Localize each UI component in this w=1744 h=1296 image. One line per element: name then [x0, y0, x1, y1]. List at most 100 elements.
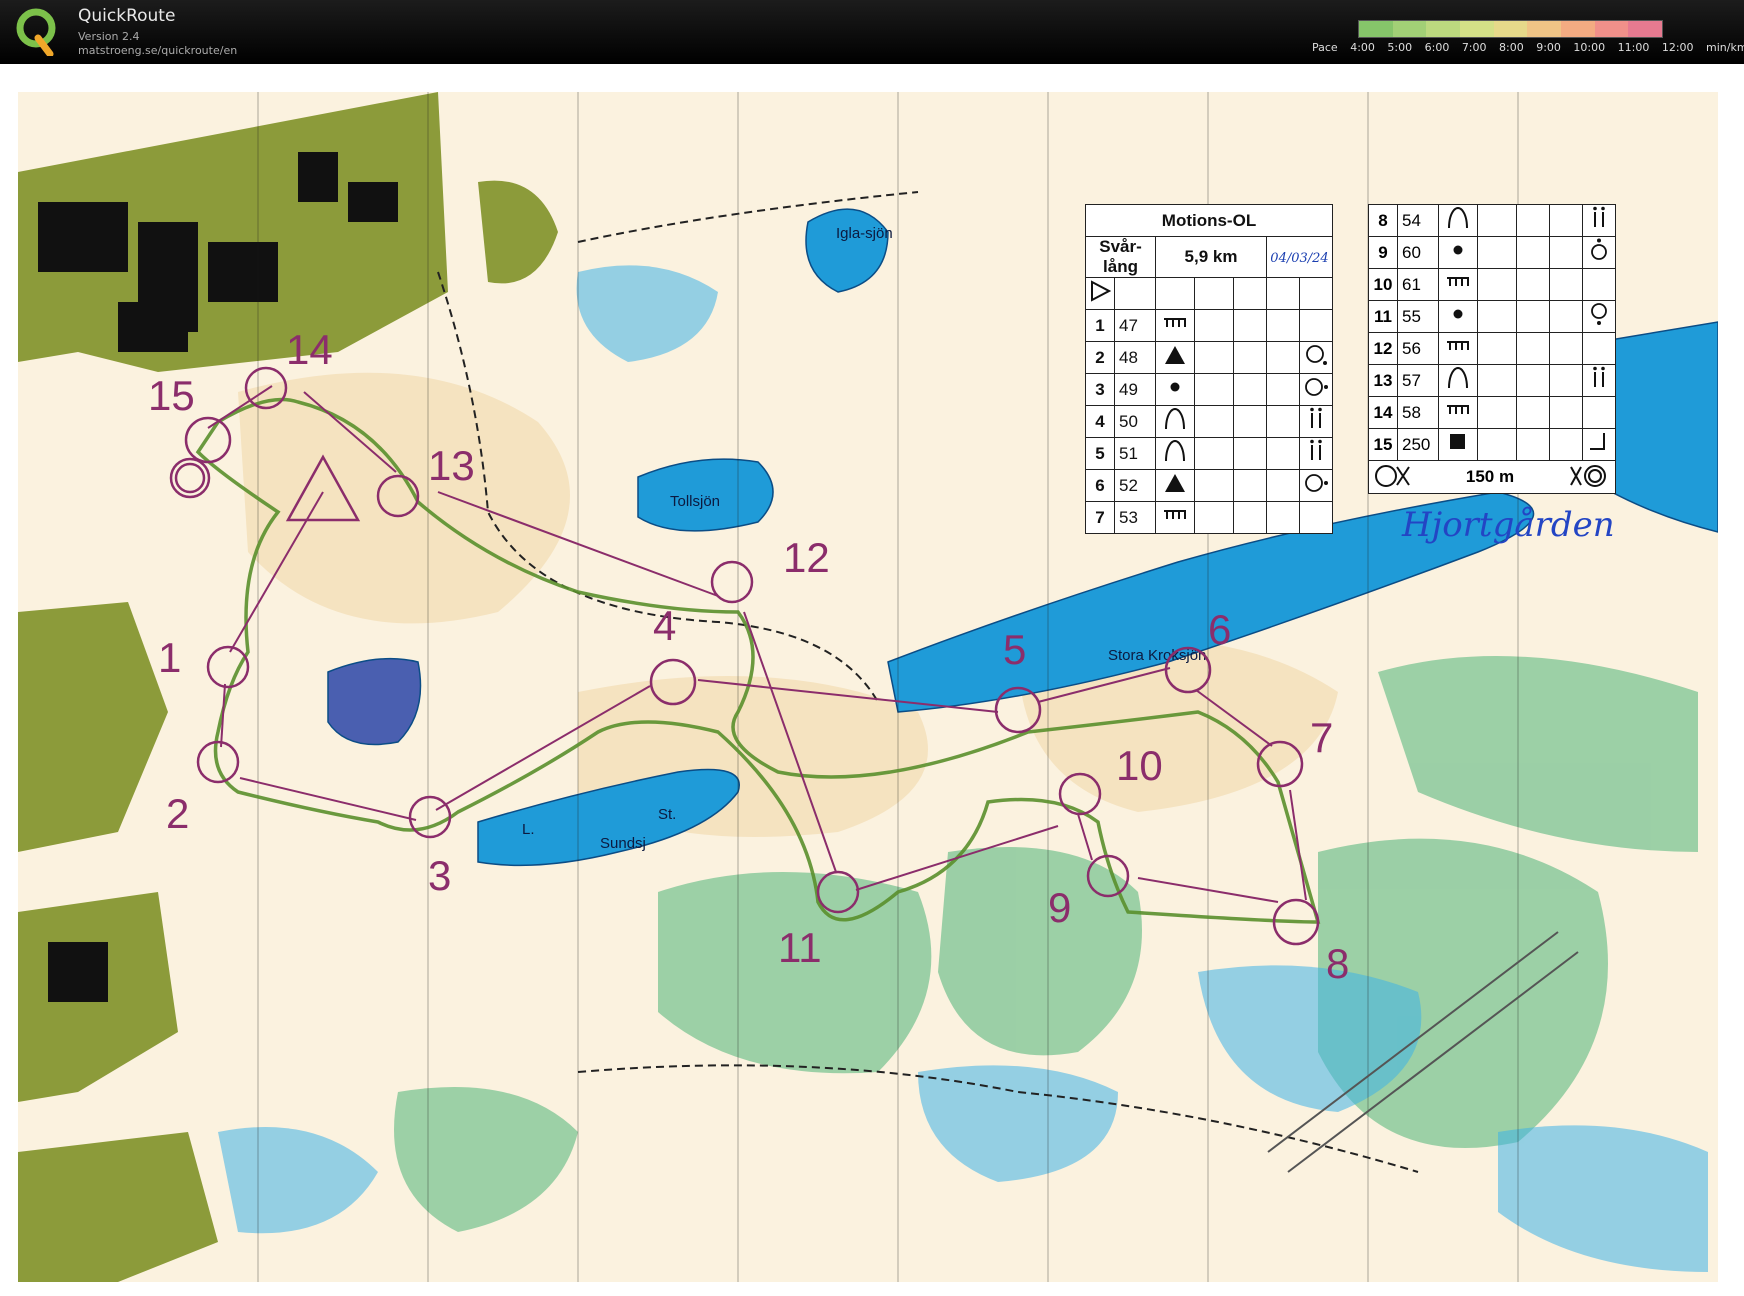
description-row: 1 47: [1085, 309, 1333, 342]
description-row: 5 51: [1085, 437, 1333, 470]
location-cell: [1516, 236, 1550, 269]
pace-color-step: [1493, 21, 1528, 37]
app-url[interactable]: matstroeng.se/quickroute/en: [78, 44, 237, 57]
feature-cell: [1194, 405, 1234, 438]
control-code: 56: [1397, 332, 1439, 365]
app-version: Version 2.4: [78, 30, 140, 43]
svg-text:Igla-sjön: Igla-sjön: [836, 225, 893, 242]
location-cell: [1516, 396, 1550, 429]
control-number: 8: [1368, 204, 1398, 237]
svg-text:4: 4: [653, 602, 676, 649]
control-number: 13: [1368, 364, 1398, 397]
dimension-cell: [1266, 373, 1300, 406]
pace-color-step: [1392, 21, 1427, 37]
location-cell: [1516, 268, 1550, 301]
control-code: 53: [1114, 501, 1156, 534]
control-code: 49: [1114, 373, 1156, 406]
placement-symbol-icon: [1582, 268, 1616, 301]
description-row: 10 61: [1368, 268, 1616, 301]
feature-symbol-icon: [1438, 396, 1478, 429]
control-number: 15: [1368, 428, 1398, 461]
control-code: 58: [1397, 396, 1439, 429]
course-length: 5,9 km: [1155, 236, 1267, 278]
pace-color-step: [1527, 21, 1562, 37]
finish-distance: 150 m: [1465, 467, 1515, 486]
svg-text:2: 2: [166, 790, 189, 837]
placement-symbol-icon: [1299, 469, 1333, 502]
placement-symbol-icon: [1582, 204, 1616, 237]
control-number: 2: [1085, 341, 1115, 374]
pace-tick: 8:00: [1499, 41, 1524, 54]
event-name: Motions-OL: [1085, 204, 1333, 237]
pace-scale-labels: Pace 4:00 5:00 6:00 7:00 8:00 9:00 10:00…: [1312, 41, 1744, 54]
feature-cell: [1477, 396, 1517, 429]
course-date: 04/03/24: [1266, 236, 1333, 278]
location-cell: [1516, 364, 1550, 397]
feature-cell: [1477, 236, 1517, 269]
location-cell: [1516, 428, 1550, 461]
feature-cell: [1194, 309, 1234, 342]
placement-symbol-icon: [1582, 332, 1616, 365]
dimension-cell: [1266, 469, 1300, 502]
feature-cell: [1477, 268, 1517, 301]
description-row: 4 50: [1085, 405, 1333, 438]
description-row: 8 54: [1368, 204, 1616, 237]
placement-symbol-icon: [1299, 341, 1333, 374]
control-description-sheet: Motions-OL Svår-lång 5,9 km 04/03/24 1 47…: [1085, 204, 1333, 534]
svg-text:9: 9: [1048, 884, 1071, 931]
dimension-cell: [1549, 364, 1583, 397]
control-number: 6: [1085, 469, 1115, 502]
control-code: 52: [1114, 469, 1156, 502]
pace-tick: 4:00: [1350, 41, 1375, 54]
dimension-cell: [1266, 405, 1300, 438]
feature-cell: [1477, 300, 1517, 333]
control-code: 61: [1397, 268, 1439, 301]
feature-cell: [1477, 332, 1517, 365]
course-name: Svår-lång: [1085, 236, 1156, 278]
pace-tick: 6:00: [1424, 41, 1450, 54]
feature-symbol-icon: [1438, 300, 1478, 333]
pace-label: Pace: [1312, 41, 1338, 54]
description-row: 13 57: [1368, 364, 1616, 397]
control-number: 5: [1085, 437, 1115, 470]
svg-text:14: 14: [286, 326, 333, 373]
feature-cell: [1194, 437, 1234, 470]
svg-text:5: 5: [1003, 626, 1026, 673]
svg-text:12: 12: [783, 534, 830, 581]
quickroute-logo-icon: [16, 8, 56, 56]
dimension-cell: [1266, 437, 1300, 470]
dimension-cell: [1549, 236, 1583, 269]
svg-text:3: 3: [428, 852, 451, 899]
dimension-cell: [1266, 309, 1300, 342]
dimension-cell: [1266, 501, 1300, 534]
control-code: 51: [1114, 437, 1156, 470]
control-number: 12: [1368, 332, 1398, 365]
app-header: QuickRoute Version 2.4 matstroeng.se/qui…: [0, 0, 1744, 64]
svg-text:Sundsj: Sundsj: [600, 835, 646, 852]
description-row: 9 60: [1368, 236, 1616, 269]
pace-color-scale: [1358, 20, 1663, 38]
description-row: 3 49: [1085, 373, 1333, 406]
control-number: 4: [1085, 405, 1115, 438]
description-row: 12 56: [1368, 332, 1616, 365]
svg-text:8: 8: [1326, 940, 1349, 987]
placement-symbol-icon: [1582, 300, 1616, 333]
placement-symbol-icon: [1299, 373, 1333, 406]
control-code: 57: [1397, 364, 1439, 397]
control-number: 1: [1085, 309, 1115, 342]
location-cell: [1516, 204, 1550, 237]
feature-cell: [1477, 204, 1517, 237]
control-code: 55: [1397, 300, 1439, 333]
placement-symbol-icon: [1299, 501, 1333, 534]
feature-symbol-icon: [1155, 373, 1195, 406]
dimension-cell: [1549, 396, 1583, 429]
pace-tick: 11:00: [1617, 41, 1650, 54]
placement-symbol-icon: [1299, 309, 1333, 342]
pace-tick: 12:00: [1661, 41, 1694, 54]
pace-color-step: [1561, 21, 1595, 37]
svg-text:Tollsjön: Tollsjön: [670, 493, 720, 510]
pace-unit: min/km: [1706, 41, 1744, 54]
svg-text:7: 7: [1310, 714, 1333, 761]
location-cell: [1233, 469, 1267, 502]
location-cell: [1233, 309, 1267, 342]
